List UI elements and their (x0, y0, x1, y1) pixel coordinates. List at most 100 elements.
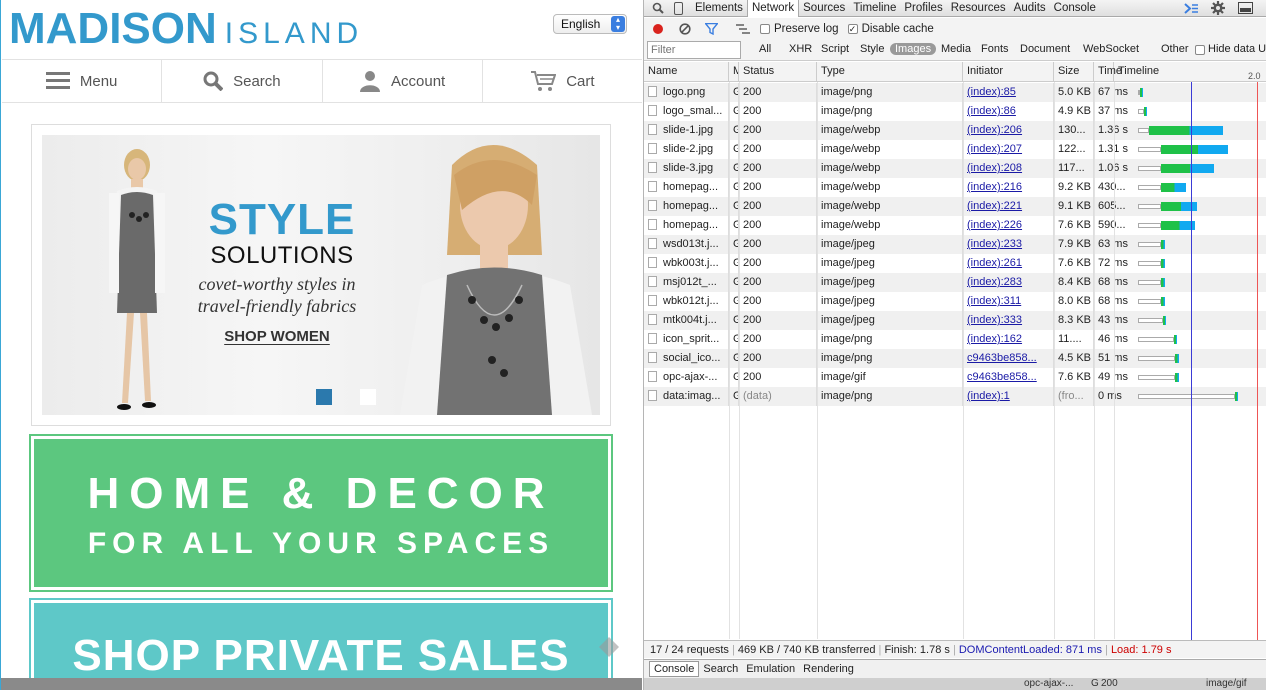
shop-women-link[interactable]: SHOP WOMEN (217, 328, 337, 345)
network-row[interactable]: logo_smal... G 200 image/png (index):86 4.9 K… (644, 102, 1266, 121)
col-header-timeline[interactable]: Timeline (1114, 62, 1266, 82)
slider-dot-1[interactable] (316, 389, 332, 405)
row-initiator[interactable]: (index):221 (963, 197, 1054, 216)
filter-all[interactable]: All (759, 43, 771, 55)
row-initiator[interactable]: (index):216 (963, 178, 1054, 197)
row-initiator-text[interactable]: (index):261 (967, 257, 1022, 269)
row-initiator[interactable]: (index):283 (963, 273, 1054, 292)
network-row[interactable]: homepag... G 200 image/webp (index):216 9.2 K… (644, 178, 1266, 197)
disable-cache-checkbox[interactable]: ✓ (847, 24, 858, 34)
filter-xhr[interactable]: XHR (789, 43, 812, 55)
network-row[interactable]: wsd013t.j... G 200 image/jpeg (index):233 7.9… (644, 235, 1266, 254)
row-initiator[interactable]: (index):226 (963, 216, 1054, 235)
record-icon[interactable] (652, 23, 664, 35)
network-row[interactable]: slide-1.jpg G 200 image/webp (index):206 130.… (644, 121, 1266, 140)
row-initiator-text[interactable]: c9463be858... (967, 352, 1037, 364)
row-initiator-text[interactable]: (index):86 (967, 105, 1016, 117)
drawer-tab-rendering[interactable]: Rendering (799, 662, 858, 676)
filter-script[interactable]: Script (821, 43, 849, 55)
inspect-search-icon[interactable] (652, 2, 664, 14)
col-header-type[interactable]: Type (817, 62, 963, 82)
console-drawer-icon[interactable] (1183, 2, 1199, 15)
row-initiator-text[interactable]: (index):311 (967, 295, 1021, 307)
network-row[interactable]: msj012t_... G 200 image/jpeg (index):283 8.4 … (644, 273, 1266, 292)
row-initiator[interactable]: (index):162 (963, 330, 1054, 349)
nav-search[interactable]: Search (162, 60, 323, 102)
network-row[interactable]: slide-2.jpg G 200 image/webp (index):207 122.… (644, 140, 1266, 159)
nav-menu[interactable]: Menu (2, 60, 163, 102)
filter-document[interactable]: Document (1020, 43, 1070, 55)
hide-data-checkbox[interactable] (1195, 45, 1205, 55)
drawer-tab-emulation[interactable]: Emulation (742, 662, 799, 676)
language-select[interactable]: English ▴ ▾ (553, 14, 627, 34)
filter-websocket[interactable]: WebSocket (1083, 43, 1139, 55)
drawer-tab-console[interactable]: Console (649, 661, 700, 677)
clear-icon[interactable] (679, 23, 691, 35)
col-header-status[interactable]: Status (739, 62, 817, 82)
row-initiator-text[interactable]: (index):207 (967, 143, 1022, 155)
tab-network[interactable]: Network (746, 0, 800, 17)
tab-resources[interactable]: Resources (947, 0, 1010, 17)
private-sales-banner[interactable]: SHOP PRIVATE SALES (29, 598, 613, 690)
tab-elements[interactable]: Elements (691, 0, 747, 17)
row-initiator-text[interactable]: (index):283 (967, 276, 1022, 288)
row-initiator[interactable]: (index):1 (963, 387, 1054, 406)
filter-other[interactable]: Other (1161, 43, 1189, 55)
row-initiator[interactable]: (index):333 (963, 311, 1054, 330)
network-row[interactable]: data:imag... G (data) image/png (index):1 (fr… (644, 387, 1266, 406)
col-header-method[interactable]: M (729, 62, 739, 82)
network-row[interactable]: homepag... G 200 image/webp (index):221 9.1 K… (644, 197, 1266, 216)
row-initiator[interactable]: (index):311 (963, 292, 1054, 311)
row-initiator-text[interactable]: (index):162 (967, 333, 1022, 345)
dock-side-icon[interactable] (1238, 2, 1253, 14)
hero-slider[interactable]: STYLE SOLUTIONS covet-worthy styles in t… (31, 124, 611, 426)
network-row[interactable]: homepag... G 200 image/webp (index):226 7.6 K… (644, 216, 1266, 235)
row-initiator[interactable]: (index):208 (963, 159, 1054, 178)
filter-funnel-icon[interactable] (705, 23, 718, 35)
settings-gear-icon[interactable] (1211, 1, 1225, 15)
hero-slide[interactable]: STYLE SOLUTIONS covet-worthy styles in t… (42, 135, 600, 415)
site-logo[interactable]: MADISON ISLAND (9, 4, 363, 54)
row-initiator-text[interactable]: (index):206 (967, 124, 1022, 136)
row-initiator[interactable]: (index):207 (963, 140, 1054, 159)
network-row[interactable]: wbk012t.j... G 200 image/jpeg (index):311 8.0… (644, 292, 1266, 311)
tab-timeline[interactable]: Timeline (849, 0, 900, 17)
network-row[interactable]: slide-3.jpg G 200 image/webp (index):208 117.… (644, 159, 1266, 178)
tab-sources[interactable]: Sources (799, 0, 849, 17)
tab-console[interactable]: Console (1050, 0, 1100, 17)
row-initiator[interactable]: (index):261 (963, 254, 1054, 273)
row-initiator[interactable]: c9463be858... (963, 349, 1054, 368)
row-initiator[interactable]: c9463be858... (963, 368, 1054, 387)
row-initiator-text[interactable]: (index):333 (967, 314, 1022, 326)
network-row[interactable]: icon_sprit... G 200 image/png (index):162 11.… (644, 330, 1266, 349)
slider-dot-2[interactable] (360, 389, 376, 405)
filter-fonts[interactable]: Fonts (981, 43, 1009, 55)
filter-style[interactable]: Style (860, 43, 884, 55)
preserve-log-checkbox[interactable] (760, 24, 770, 34)
row-initiator-text[interactable]: (index):1 (967, 390, 1010, 402)
row-initiator-text[interactable]: (index):208 (967, 162, 1022, 174)
row-initiator-text[interactable]: (index):216 (967, 181, 1022, 193)
row-initiator[interactable]: (index):233 (963, 235, 1054, 254)
network-row[interactable]: logo.png G 200 image/png (index):85 5.0 KB 67 … (644, 83, 1266, 102)
nav-cart[interactable]: Cart (483, 60, 642, 102)
row-initiator[interactable]: (index):206 (963, 121, 1054, 140)
network-row[interactable]: opc-ajax-... G 200 image/gif c9463be858... 7.… (644, 368, 1266, 387)
filter-images[interactable]: Images (890, 43, 937, 55)
filter-input[interactable] (647, 41, 741, 59)
waterfall-view-icon[interactable] (736, 24, 750, 34)
col-header-size[interactable]: Size (1054, 62, 1094, 82)
row-initiator-text[interactable]: (index):221 (967, 200, 1022, 212)
home-decor-banner[interactable]: HOME & DECOR FOR ALL YOUR SPACES (29, 434, 613, 592)
network-row[interactable]: wbk003t.j... G 200 image/jpeg (index):261 7.6… (644, 254, 1266, 273)
nav-account[interactable]: Account (323, 60, 483, 102)
row-initiator[interactable]: (index):85 (963, 83, 1054, 102)
col-header-time[interactable]: Time (1094, 62, 1122, 82)
row-initiator-text[interactable]: c9463be858... (967, 371, 1037, 383)
col-header-initiator[interactable]: Initiator (963, 62, 1054, 82)
network-row[interactable]: social_ico... G 200 image/png c9463be858... 4… (644, 349, 1266, 368)
network-row[interactable]: mtk004t.j... G 200 image/jpeg (index):333 8.3… (644, 311, 1266, 330)
filter-media[interactable]: Media (941, 43, 971, 55)
drawer-tab-search[interactable]: Search (699, 662, 742, 676)
tab-profiles[interactable]: Profiles (900, 0, 946, 17)
